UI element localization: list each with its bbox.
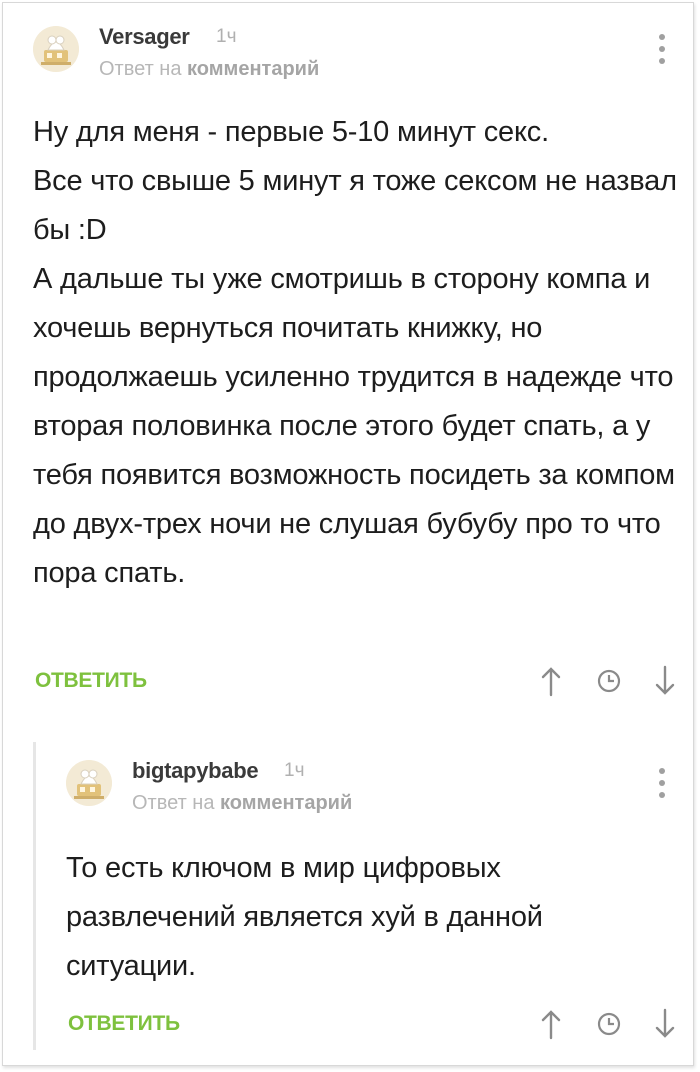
avatar-icon[interactable] — [33, 26, 79, 72]
comment-actions: ОТВЕТИТЬ — [66, 1006, 683, 1042]
arrow-up-icon[interactable] — [533, 1006, 569, 1042]
username[interactable]: Versager — [99, 24, 190, 50]
username[interactable]: bigtapybabe — [132, 758, 259, 784]
arrow-down-icon[interactable] — [647, 1006, 683, 1042]
reply-info: Ответ на комментарий — [99, 58, 319, 81]
timestamp: 1ч — [284, 760, 305, 781]
reply-target-link[interactable]: комментарий — [187, 58, 319, 80]
reply-prefix: Ответ на — [99, 58, 182, 80]
reply-info: Ответ на комментарий — [132, 792, 352, 815]
reply-button[interactable]: ОТВЕТИТЬ — [68, 1012, 180, 1036]
clock-icon[interactable] — [591, 663, 627, 699]
more-icon[interactable] — [659, 768, 667, 802]
reply-target-link[interactable]: комментарий — [220, 792, 352, 814]
arrow-up-icon[interactable] — [533, 663, 569, 699]
arrow-down-icon[interactable] — [647, 663, 683, 699]
timestamp: 1ч — [216, 26, 237, 47]
comment-text: Ну для меня - первые 5-10 минут секс. Вс… — [33, 116, 677, 589]
comment-text: То есть ключом в мир цифровых развлечени… — [66, 852, 543, 982]
comment-actions: ОТВЕТИТЬ — [33, 663, 683, 699]
reply-button[interactable]: ОТВЕТИТЬ — [35, 669, 147, 693]
reply-prefix: Ответ на — [132, 792, 215, 814]
comment-nav — [533, 1006, 683, 1042]
clock-icon[interactable] — [591, 1006, 627, 1042]
comment-nav — [533, 663, 683, 699]
avatar-icon[interactable] — [66, 760, 112, 806]
more-icon[interactable] — [659, 34, 667, 68]
thread-line — [33, 742, 36, 1050]
